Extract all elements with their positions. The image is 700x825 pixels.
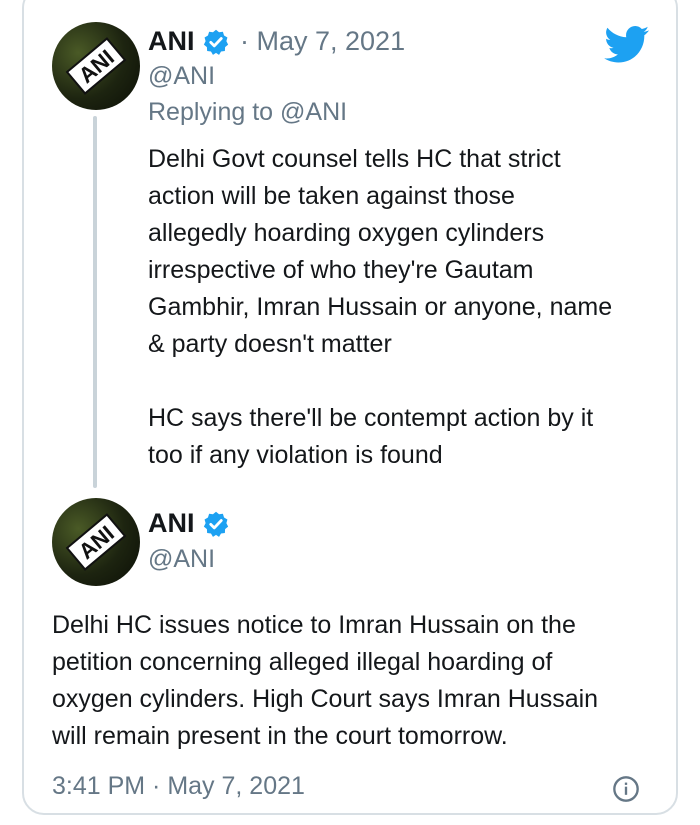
info-icon[interactable]: [612, 775, 640, 803]
verified-badge-icon: [203, 29, 229, 55]
avatar[interactable]: ANI: [52, 498, 140, 586]
main-tweet-text: Delhi HC issues notice to Imran Hussain …: [52, 611, 599, 750]
author-name[interactable]: ANI: [148, 508, 195, 539]
thread-line: [93, 116, 97, 488]
avatar[interactable]: ANI: [52, 22, 140, 110]
replying-to: Replying to @ANI: [148, 98, 347, 127]
author-handle[interactable]: @ANI: [148, 62, 215, 91]
reply-tweet-text: Delhi Govt counsel tells HC that strict …: [148, 145, 613, 469]
author-name[interactable]: ANI: [148, 26, 195, 57]
ani-logo: ANI: [65, 513, 127, 571]
tweet-timestamp[interactable]: 3:41 PM · May 7, 2021: [52, 772, 305, 801]
verified-badge-icon: [203, 511, 229, 537]
author-handle[interactable]: @ANI: [148, 545, 215, 574]
replying-prefix: Replying to: [148, 98, 281, 126]
tweet-date[interactable]: · May 7, 2021: [240, 26, 405, 57]
ani-logo: ANI: [65, 37, 127, 95]
twitter-bird-icon[interactable]: [604, 26, 650, 64]
replying-to-mention[interactable]: @ANI: [280, 98, 347, 126]
